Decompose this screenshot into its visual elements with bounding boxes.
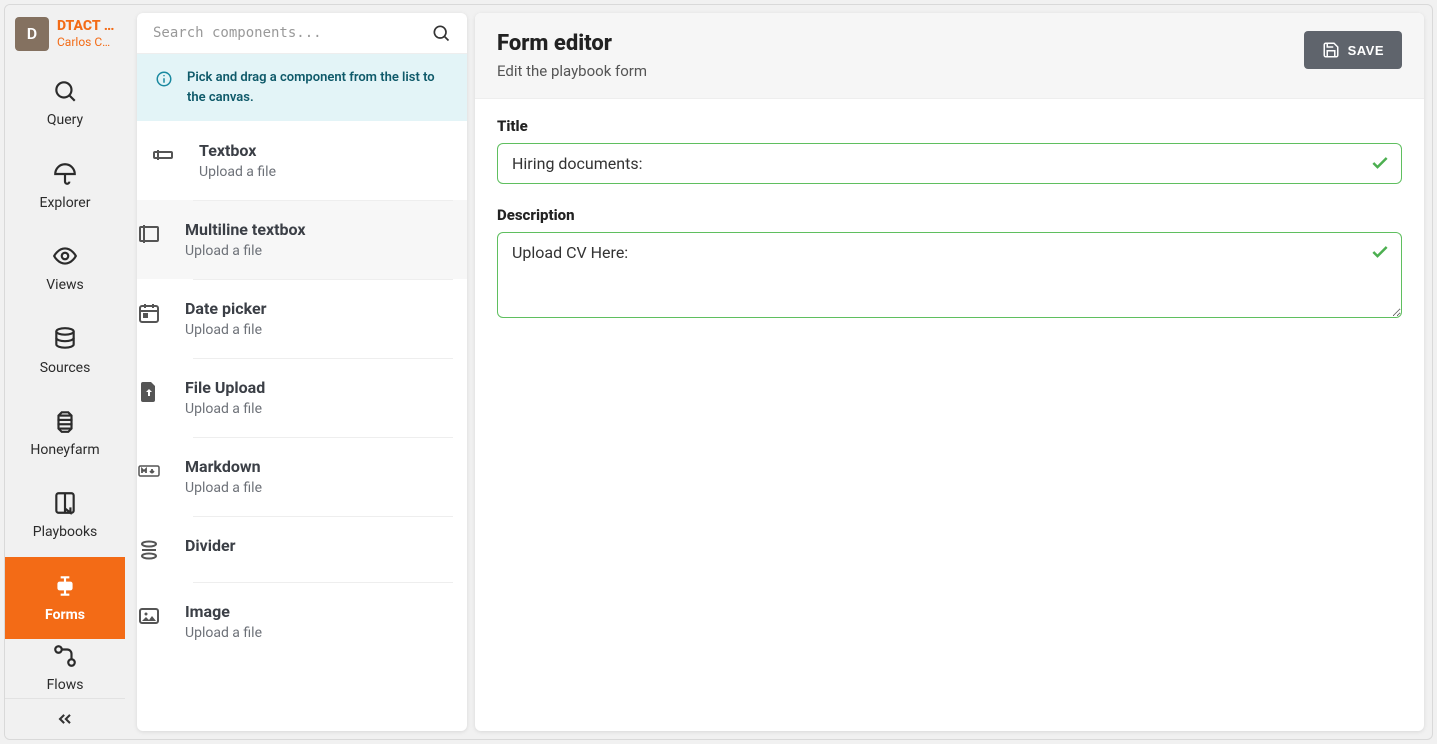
component-divider[interactable]: Divider — [137, 516, 467, 582]
hive-icon — [52, 408, 78, 434]
components-panel: Pick and drag a component from the list … — [137, 13, 467, 731]
main-nav: Query Explorer Views Sources Honeyfarm P — [5, 62, 125, 698]
eye-icon — [52, 243, 78, 269]
component-title: Divider — [185, 536, 235, 555]
sidebar-item-flows[interactable]: Flows — [5, 639, 125, 698]
component-sub: Upload a file — [185, 243, 306, 259]
markdown-icon — [137, 459, 161, 483]
component-title: Image — [185, 602, 262, 621]
workspace-title: DTACT … — [57, 18, 115, 35]
sidebar-item-forms[interactable]: Forms — [5, 557, 125, 639]
component-sub: Upload a file — [185, 401, 265, 417]
component-list: Textbox Upload a file Multiline textbox … — [137, 121, 467, 731]
search-icon[interactable] — [431, 23, 451, 43]
umbrella-icon — [52, 161, 78, 187]
component-multiline-textbox[interactable]: Multiline textbox Upload a file — [137, 200, 467, 279]
component-file-upload[interactable]: File Upload Upload a file — [137, 358, 467, 437]
divider-icon — [137, 538, 161, 562]
sidebar-item-explorer[interactable]: Explorer — [5, 145, 125, 227]
sidebar-item-label: Views — [46, 277, 84, 293]
app-sidebar: D DTACT … Carlos Ca… Query Explorer View… — [5, 5, 125, 739]
multiline-icon — [137, 222, 161, 246]
workspace-switcher[interactable]: D DTACT … Carlos Ca… — [5, 5, 125, 62]
playbook-icon — [52, 490, 78, 516]
component-title: File Upload — [185, 378, 265, 397]
form-icon — [52, 573, 78, 599]
chevron-double-left-icon — [55, 709, 75, 729]
sidebar-item-playbooks[interactable]: Playbooks — [5, 474, 125, 556]
editor-header: Form editor Edit the playbook form SAVE — [475, 13, 1424, 99]
save-button[interactable]: SAVE — [1304, 31, 1402, 69]
component-title: Markdown — [185, 457, 262, 476]
component-title: Date picker — [185, 299, 266, 318]
component-sub: Upload a file — [185, 322, 266, 338]
sidebar-item-honeyfarm[interactable]: Honeyfarm — [5, 392, 125, 474]
sidebar-item-query[interactable]: Query — [5, 62, 125, 144]
component-date-picker[interactable]: Date picker Upload a file — [137, 279, 467, 358]
description-textarea[interactable] — [497, 232, 1402, 318]
valid-check-icon — [1370, 153, 1390, 173]
sidebar-item-label: Query — [47, 112, 83, 128]
database-icon — [52, 326, 78, 352]
sidebar-item-label: Sources — [40, 360, 91, 376]
editor-heading: Form editor — [497, 31, 647, 56]
sidebar-item-sources[interactable]: Sources — [5, 309, 125, 391]
image-icon — [137, 604, 161, 628]
sidebar-item-views[interactable]: Views — [5, 227, 125, 309]
info-icon — [155, 70, 173, 88]
sidebar-collapse-button[interactable] — [5, 698, 125, 739]
title-input[interactable] — [497, 143, 1402, 184]
sidebar-item-label: Playbooks — [33, 524, 98, 540]
workspace-avatar: D — [15, 17, 49, 51]
workspace-user: Carlos Ca… — [57, 35, 115, 49]
save-label: SAVE — [1348, 43, 1384, 58]
flow-icon — [52, 643, 78, 669]
component-image[interactable]: Image Upload a file — [137, 582, 467, 661]
sidebar-item-label: Honeyfarm — [30, 442, 99, 458]
calendar-icon — [137, 301, 161, 325]
sidebar-item-label: Explorer — [40, 195, 91, 211]
file-upload-icon — [137, 380, 161, 404]
component-title: Textbox — [199, 141, 276, 160]
search-icon — [52, 78, 78, 104]
save-icon — [1322, 41, 1340, 59]
component-markdown[interactable]: Markdown Upload a file — [137, 437, 467, 516]
info-message: Pick and drag a component from the list … — [187, 68, 449, 107]
component-sub: Upload a file — [185, 480, 262, 496]
title-field-label: Title — [497, 117, 1402, 135]
component-title: Multiline textbox — [185, 220, 306, 239]
form-editor-panel: Form editor Edit the playbook form SAVE … — [475, 13, 1424, 731]
info-banner: Pick and drag a component from the list … — [137, 54, 467, 121]
component-textbox[interactable]: Textbox Upload a file — [137, 121, 467, 200]
textbox-icon — [151, 143, 175, 167]
editor-subheading: Edit the playbook form — [497, 62, 647, 80]
component-sub: Upload a file — [185, 625, 262, 641]
valid-check-icon — [1370, 242, 1390, 262]
component-sub: Upload a file — [199, 164, 276, 180]
sidebar-item-label: Forms — [45, 607, 85, 623]
sidebar-item-label: Flows — [47, 677, 84, 693]
description-field-label: Description — [497, 206, 1402, 224]
search-input[interactable] — [153, 25, 431, 41]
